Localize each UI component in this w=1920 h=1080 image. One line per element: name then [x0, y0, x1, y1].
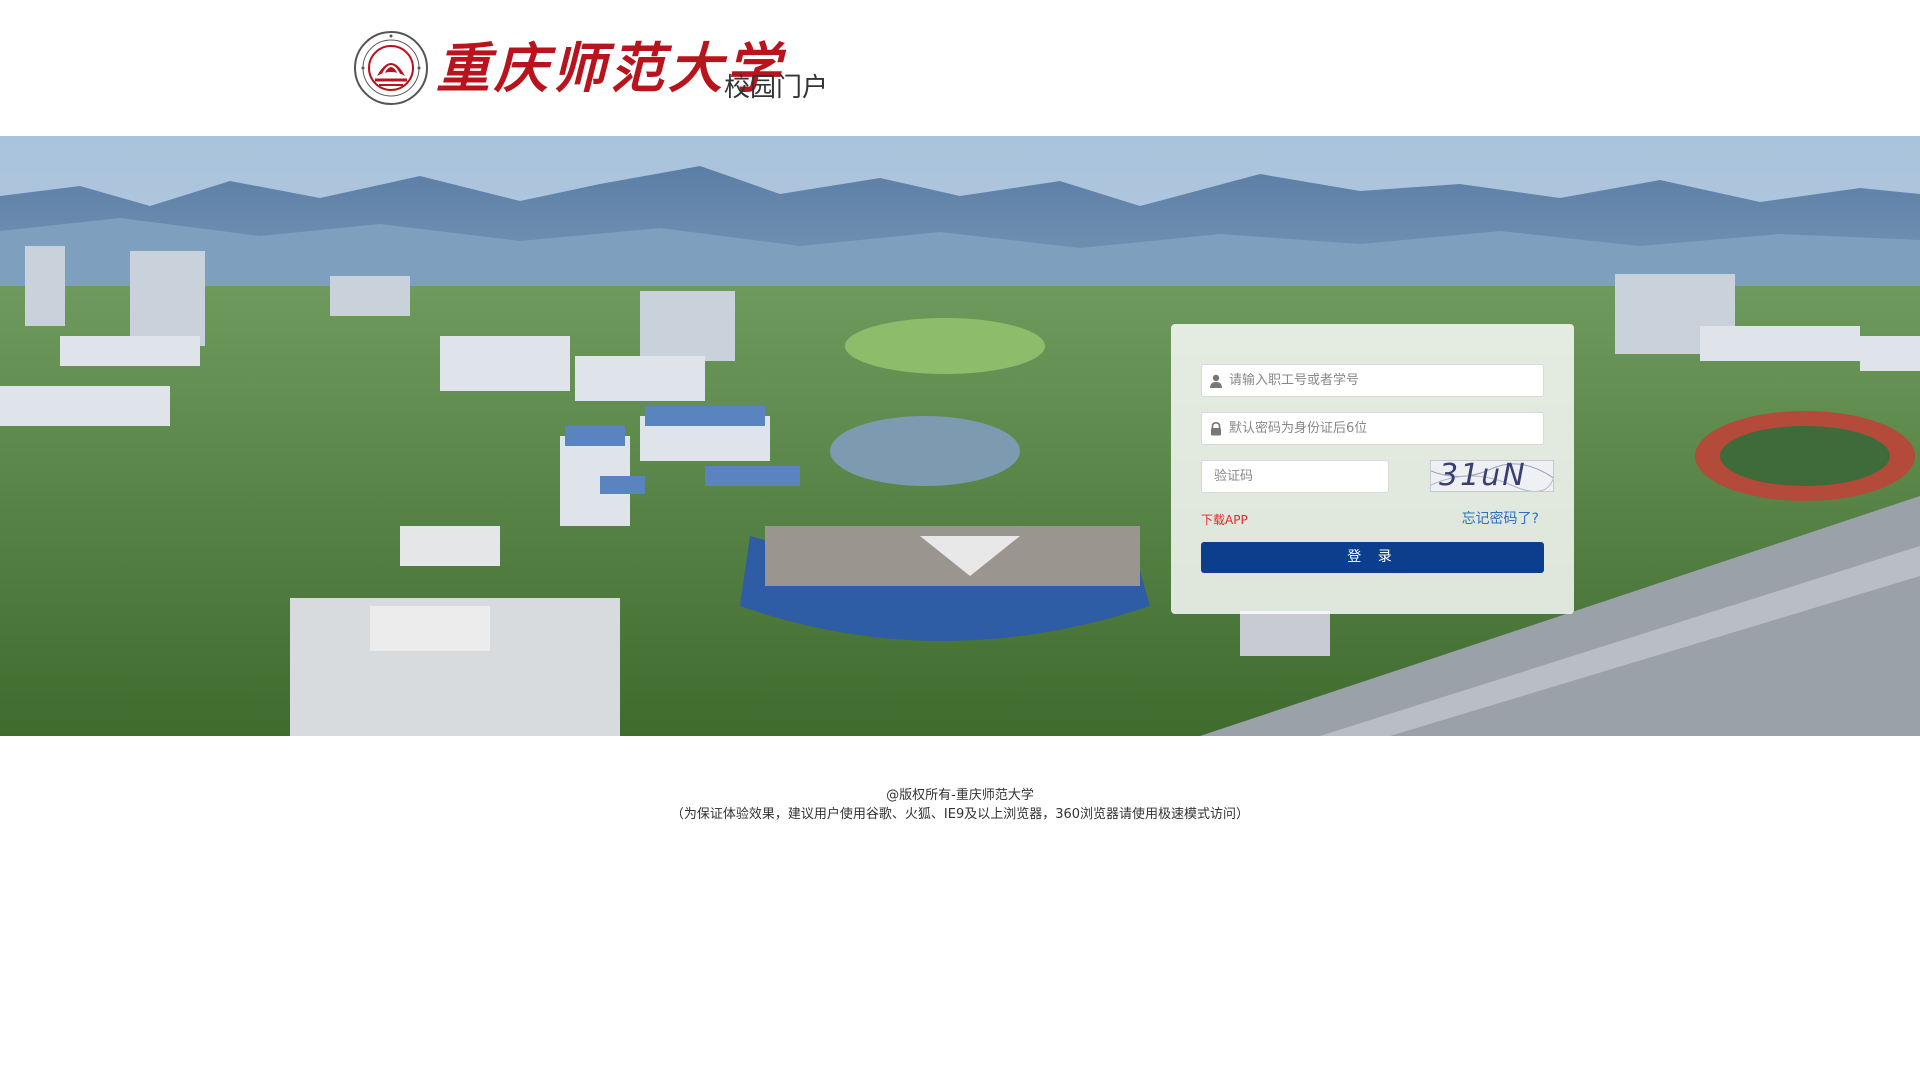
- login-panel: 31uN 下载APP 忘记密码了? 登 录: [1171, 324, 1574, 614]
- forgot-password-link[interactable]: 忘记密码了?: [1462, 510, 1539, 528]
- campus-banner-image: [0, 136, 1920, 736]
- username-input[interactable]: [1202, 365, 1543, 396]
- captcha-field-wrapper: [1201, 460, 1389, 493]
- captcha-image[interactable]: 31uN: [1430, 460, 1554, 492]
- username-field-wrapper: [1201, 364, 1544, 397]
- copyright-text: @版权所有-重庆师范大学: [886, 788, 1034, 803]
- page-footer: @版权所有-重庆师范大学 （为保证体验效果，建议用户使用谷歌、火狐、IE9及以上…: [0, 786, 1920, 824]
- password-input[interactable]: [1202, 413, 1543, 444]
- university-seal-icon: [354, 31, 428, 105]
- campus-aerial-illustration: [0, 136, 1920, 736]
- page-header: 重庆师范大学 校园门户: [0, 0, 1920, 136]
- download-app-link[interactable]: 下载APP: [1201, 512, 1248, 528]
- login-button[interactable]: 登 录: [1201, 542, 1544, 573]
- captcha-input[interactable]: [1202, 461, 1388, 492]
- password-field-wrapper: [1201, 412, 1544, 445]
- portal-title: 校园门户: [724, 73, 829, 103]
- captcha-text: 31uN: [1439, 460, 1527, 492]
- browser-note-text: （为保证体验效果，建议用户使用谷歌、火狐、IE9及以上浏览器，360浏览器请使用…: [670, 807, 1250, 822]
